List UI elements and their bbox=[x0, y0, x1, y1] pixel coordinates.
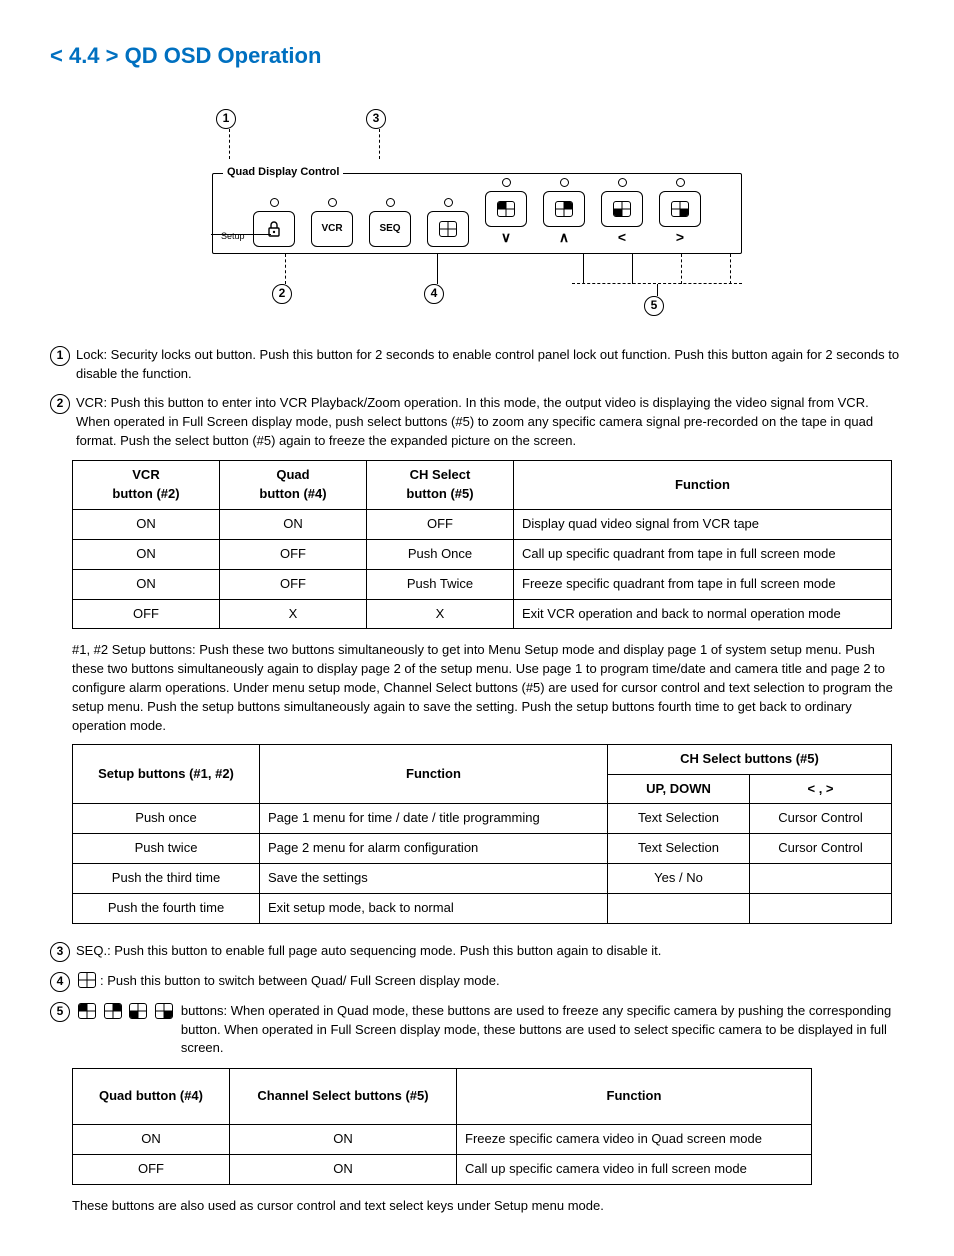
t3c: ON bbox=[73, 1125, 230, 1155]
t2c: Text Selection bbox=[608, 804, 750, 834]
ch-left-button[interactable] bbox=[601, 191, 643, 227]
t3-h3: Function bbox=[457, 1069, 812, 1125]
setup-label: Setup bbox=[221, 230, 245, 243]
t3c: ON bbox=[230, 1125, 457, 1155]
callout-1-top: 1 bbox=[216, 109, 236, 129]
desc-1: Lock: Security locks out button. Push th… bbox=[76, 346, 904, 384]
quad-tl-icon bbox=[78, 1003, 96, 1019]
t2c bbox=[750, 893, 892, 923]
callout-5-bot: 5 bbox=[644, 296, 664, 316]
t1-h1: VCR button (#2) bbox=[73, 461, 220, 510]
t2c: Text Selection bbox=[608, 834, 750, 864]
quad-tr-icon bbox=[555, 201, 573, 217]
t1c: Push Once bbox=[367, 539, 514, 569]
group-label: Quad Display Control bbox=[223, 165, 343, 181]
quad-icon bbox=[78, 972, 96, 988]
callout-2: 2 bbox=[50, 394, 70, 414]
callout-1: 1 bbox=[50, 346, 70, 366]
t2c bbox=[608, 893, 750, 923]
t1c: OFF bbox=[367, 510, 514, 540]
t2-h3b: < , > bbox=[750, 774, 892, 804]
quad-bl-icon bbox=[613, 201, 631, 217]
control-panel-diagram: 1 3 Quad Display Control VCR SEQ bbox=[50, 107, 904, 316]
t1c: ON bbox=[220, 510, 367, 540]
vcr-button[interactable]: VCR bbox=[311, 211, 353, 247]
t2c: Push the third time bbox=[73, 864, 260, 894]
ch-right-button[interactable] bbox=[659, 191, 701, 227]
right-symbol: > bbox=[676, 227, 684, 247]
t2c: Push twice bbox=[73, 834, 260, 864]
quad-display-group: Quad Display Control VCR SEQ bbox=[212, 173, 742, 254]
t1-h3: CH Select button (#5) bbox=[367, 461, 514, 510]
up-symbol: ∧ bbox=[559, 227, 569, 247]
t2c: Save the settings bbox=[260, 864, 608, 894]
seq-button[interactable]: SEQ bbox=[369, 211, 411, 247]
callout-2-bot: 2 bbox=[272, 284, 292, 304]
t1c: ON bbox=[73, 510, 220, 540]
quad-tr-icon bbox=[104, 1003, 122, 1019]
t1c: OFF bbox=[73, 599, 220, 629]
t1c: Push Twice bbox=[367, 569, 514, 599]
t2c: Yes / No bbox=[608, 864, 750, 894]
desc-4: : Push this button to switch between Qua… bbox=[100, 972, 904, 992]
quad-ch-table: Quad button (#4) Channel Select buttons … bbox=[72, 1068, 812, 1185]
callout-3-top: 3 bbox=[366, 109, 386, 129]
t1-h2: Quad button (#4) bbox=[220, 461, 367, 510]
callout-3: 3 bbox=[50, 942, 70, 962]
ch-down-button[interactable] bbox=[485, 191, 527, 227]
t2c: Push once bbox=[73, 804, 260, 834]
down-symbol: ∨ bbox=[501, 227, 511, 247]
t3-h1: Quad button (#4) bbox=[73, 1069, 230, 1125]
desc-2: VCR: Push this button to enter into VCR … bbox=[76, 394, 904, 451]
callout-5: 5 bbox=[50, 1002, 70, 1022]
left-symbol: < bbox=[618, 227, 626, 247]
t2c: Cursor Control bbox=[750, 834, 892, 864]
quad-tl-icon bbox=[497, 201, 515, 217]
desc-5b: These buttons are also used as cursor co… bbox=[72, 1197, 904, 1216]
t1c: X bbox=[220, 599, 367, 629]
t2c: Cursor Control bbox=[750, 804, 892, 834]
t2c: Page 2 menu for alarm configuration bbox=[260, 834, 608, 864]
lock-button[interactable] bbox=[253, 211, 295, 247]
setup-table: Setup buttons (#1, #2) Function CH Selec… bbox=[72, 744, 892, 924]
desc-5: buttons: When operated in Quad mode, the… bbox=[181, 1002, 904, 1059]
t2-h2: Function bbox=[260, 744, 608, 804]
t1c: ON bbox=[73, 539, 220, 569]
quad-bl-icon bbox=[129, 1003, 147, 1019]
t2c: Page 1 menu for time / date / title prog… bbox=[260, 804, 608, 834]
ch-up-button[interactable] bbox=[543, 191, 585, 227]
t2c: Exit setup mode, back to normal bbox=[260, 893, 608, 923]
t3c: Freeze specific camera video in Quad scr… bbox=[457, 1125, 812, 1155]
vcr-table: VCR button (#2) Quad button (#4) CH Sele… bbox=[72, 460, 892, 629]
t1-h4: Function bbox=[514, 461, 892, 510]
t3c: Call up specific camera video in full sc… bbox=[457, 1154, 812, 1184]
t2c bbox=[750, 864, 892, 894]
callout-4: 4 bbox=[50, 972, 70, 992]
t3c: ON bbox=[230, 1154, 457, 1184]
quad-button[interactable] bbox=[427, 211, 469, 247]
page-title: < 4.4 > QD OSD Operation bbox=[50, 40, 904, 72]
t1c: Display quad video signal from VCR tape bbox=[514, 510, 892, 540]
t1c: Freeze specific quadrant from tape in fu… bbox=[514, 569, 892, 599]
desc-3: SEQ.: Push this button to enable full pa… bbox=[76, 942, 904, 962]
t1c: X bbox=[367, 599, 514, 629]
t1c: OFF bbox=[220, 539, 367, 569]
quad-br-icon bbox=[671, 201, 689, 217]
t3-h2: Channel Select buttons (#5) bbox=[230, 1069, 457, 1125]
t1c: OFF bbox=[220, 569, 367, 599]
t2c: Push the fourth time bbox=[73, 893, 260, 923]
desc-2b: #1, #2 Setup buttons: Push these two but… bbox=[72, 641, 904, 735]
t3c: OFF bbox=[73, 1154, 230, 1184]
quad-br-icon bbox=[155, 1003, 173, 1019]
t1c: ON bbox=[73, 569, 220, 599]
t2-h3: CH Select buttons (#5) bbox=[608, 744, 892, 774]
quad-icon bbox=[439, 221, 457, 237]
t2-h1: Setup buttons (#1, #2) bbox=[73, 744, 260, 804]
t1c: Exit VCR operation and back to normal op… bbox=[514, 599, 892, 629]
t2-h3a: UP, DOWN bbox=[608, 774, 750, 804]
callout-4-bot: 4 bbox=[424, 284, 444, 304]
t1c: Call up specific quadrant from tape in f… bbox=[514, 539, 892, 569]
